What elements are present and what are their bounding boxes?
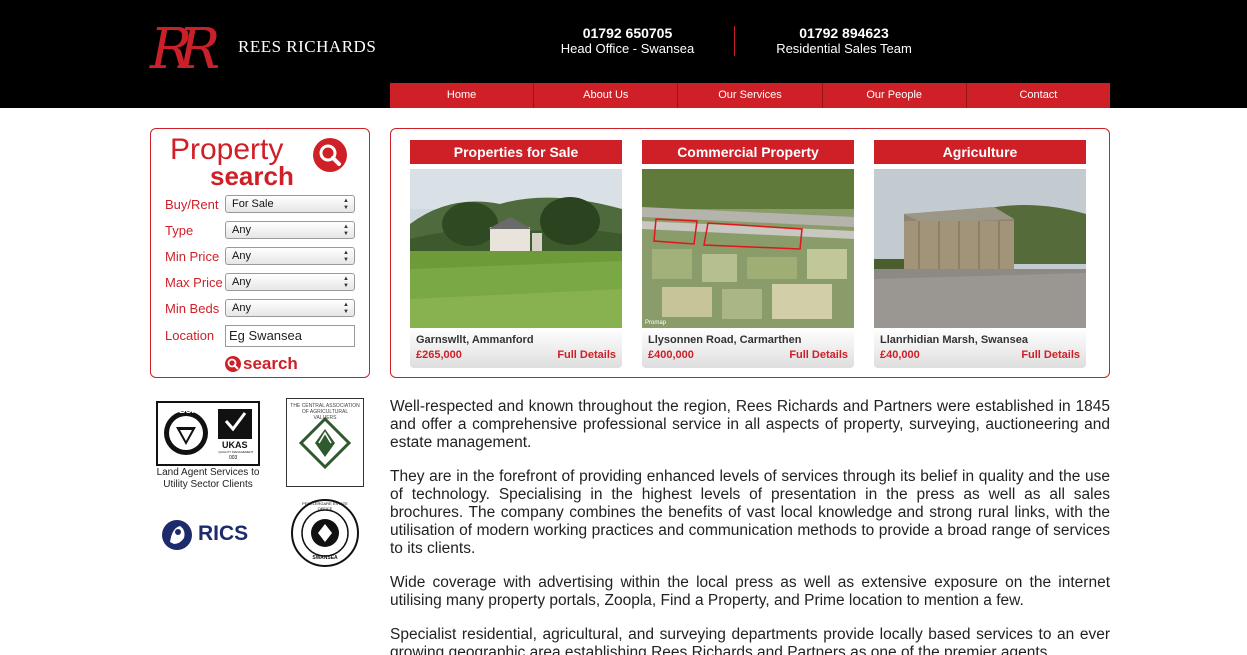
properties-for-sale-heading[interactable]: Properties for Sale: [410, 140, 622, 164]
featured-properties-panel: Properties for Sale Garnswllt, Ammanford…: [390, 128, 1110, 378]
commercial-property-heading[interactable]: Commercial Property: [642, 140, 854, 164]
nav-our-people[interactable]: Our People: [822, 83, 967, 108]
full-details-link[interactable]: Full Details: [1021, 349, 1080, 361]
full-details-link[interactable]: Full Details: [557, 349, 616, 361]
max-price-label: Max Price: [165, 275, 223, 290]
location-row: Location Eg Swansea: [165, 325, 359, 347]
rics-text: RICS: [198, 522, 249, 545]
type-row: Type Any ▲ ▼: [165, 221, 359, 241]
max-price-value: Any: [232, 276, 251, 288]
featured-card-agriculture-footer: Llanrhidian Marsh, Swansea £40,000 Full …: [874, 328, 1086, 368]
bsi-ukas-logo: BSI UKAS QUALITY MANAGEMENT 003: [156, 401, 260, 466]
search-icon: [225, 356, 241, 372]
intro-paragraph: Wide coverage with advertising within th…: [390, 574, 1110, 609]
nav-contact[interactable]: Contact: [966, 83, 1111, 108]
agriculture-heading[interactable]: Agriculture: [874, 140, 1086, 164]
min-price-row: Min Price Any ▲ ▼: [165, 247, 359, 267]
property-price: £400,000: [648, 349, 694, 361]
buy-rent-select[interactable]: For Sale ▲ ▼: [225, 195, 355, 213]
featured-card-commercial-footer: Llysonnen Road, Carmarthen £400,000 Full…: [642, 328, 854, 368]
nav-home[interactable]: Home: [390, 83, 535, 108]
search-title-search: search: [210, 161, 294, 191]
min-beds-value: Any: [232, 302, 251, 314]
property-location: Llanrhidian Marsh, Swansea: [880, 334, 1028, 346]
barn-photo[interactable]: [874, 169, 1086, 328]
property-price: £40,000: [880, 349, 920, 361]
residential-sales-phone[interactable]: 01792 894623: [770, 25, 918, 41]
select-arrows-icon: ▲ ▼: [343, 276, 349, 289]
property-search-panel: Property search Buy/Rent For Sale ▲ ▼ Type…: [150, 128, 370, 378]
residential-sales-label: Residential Sales Team: [776, 41, 912, 56]
intro-text: Well-respected and known throughout the …: [390, 398, 1110, 655]
min-price-value: Any: [232, 250, 251, 262]
promap-watermark: Promap: [645, 320, 667, 326]
head-office-contact: 01792 650705 Head Office - Swansea: [555, 25, 700, 57]
location-input[interactable]: Eg Swansea: [225, 325, 355, 347]
rics-logo: RICS: [160, 518, 256, 552]
select-arrows-icon: ▲ ▼: [343, 198, 349, 211]
property-price: £265,000: [416, 349, 462, 361]
penllergare-estate-office-seal: PENLLERGARE ESTATE OFFICE SWANSEA: [290, 498, 360, 568]
min-beds-row: Min Beds Any ▲ ▼: [165, 299, 359, 319]
farmhouse-photo[interactable]: [410, 169, 622, 328]
site-header: RR REES RICHARDS 01792 650705 Head Offic…: [0, 0, 1247, 108]
bsi-caption: Land Agent Services to Utility Sector Cl…: [156, 467, 260, 490]
featured-card-sale: Properties for Sale Garnswllt, Ammanford…: [410, 140, 622, 368]
swansea-text: SWANSEA: [312, 555, 338, 561]
min-beds-select[interactable]: Any ▲ ▼: [225, 299, 355, 317]
select-arrows-icon: ▲ ▼: [343, 224, 349, 237]
search-button-label: search: [243, 354, 298, 373]
property-location: Garnswllt, Ammanford: [416, 334, 534, 346]
search-button[interactable]: search: [225, 354, 298, 374]
logo-monogram: RR: [150, 17, 220, 82]
intro-paragraph: Specialist residential, agricultural, an…: [390, 626, 1110, 655]
max-price-row: Max Price Any ▲ ▼: [165, 273, 359, 293]
magnifier-icon: [313, 138, 347, 172]
rees-richards-logo[interactable]: RR REES RICHARDS: [150, 18, 380, 88]
buy-rent-value: For Sale: [232, 198, 274, 210]
head-office-phone[interactable]: 01792 650705: [555, 25, 700, 41]
featured-card-sale-footer: Garnswllt, Ammanford £265,000 Full Detai…: [410, 328, 622, 368]
contact-divider: [734, 26, 735, 56]
min-price-label: Min Price: [165, 249, 220, 264]
intro-paragraph: Well-respected and known throughout the …: [390, 398, 1110, 451]
buy-rent-row: Buy/Rent For Sale ▲ ▼: [165, 195, 359, 215]
min-price-select[interactable]: Any ▲ ▼: [225, 247, 355, 265]
type-label: Type: [165, 223, 194, 238]
main-nav: Home About Us Our Services Our People Co…: [390, 83, 1111, 108]
quality-management-text: QUALITY MANAGEMENT: [218, 450, 254, 454]
max-price-select[interactable]: Any ▲ ▼: [225, 273, 355, 291]
featured-card-commercial: Commercial Property Promap Llysonnen Roa…: [642, 140, 854, 368]
intro-paragraph: They are in the forefront of providing e…: [390, 468, 1110, 557]
penllergare-text: PENLLERGARE ESTATE OFFICE: [302, 501, 348, 511]
logo-wordmark: REES RICHARDS: [238, 37, 377, 56]
location-label: Location: [165, 328, 215, 343]
select-arrows-icon: ▲ ▼: [343, 302, 349, 315]
buy-rent-label: Buy/Rent: [165, 197, 219, 212]
residential-sales-contact: 01792 894623 Residential Sales Team: [770, 25, 918, 57]
nav-our-services[interactable]: Our Services: [678, 83, 823, 108]
ukas-code: 003: [229, 455, 238, 461]
select-arrows-icon: ▲ ▼: [343, 250, 349, 263]
bsi-text: BSI: [179, 405, 195, 415]
cav-text: THE CENTRAL ASSOCIATION OF AGRICULTURAL …: [290, 403, 360, 421]
nav-about-us[interactable]: About Us: [534, 83, 679, 108]
type-value: Any: [232, 224, 251, 236]
ukas-text: UKAS: [222, 440, 248, 450]
aerial-map-photo[interactable]: Promap: [642, 169, 854, 328]
head-office-label: Head Office - Swansea: [560, 41, 695, 56]
full-details-link[interactable]: Full Details: [789, 349, 848, 361]
type-select[interactable]: Any ▲ ▼: [225, 221, 355, 239]
min-beds-label: Min Beds: [165, 301, 220, 316]
cav-logo: THE CENTRAL ASSOCIATION OF AGRICULTURAL …: [286, 398, 364, 487]
featured-card-agriculture: Agriculture Llanrhidian Marsh, Swansea £…: [874, 140, 1086, 368]
property-location: Llysonnen Road, Carmarthen: [648, 334, 802, 346]
